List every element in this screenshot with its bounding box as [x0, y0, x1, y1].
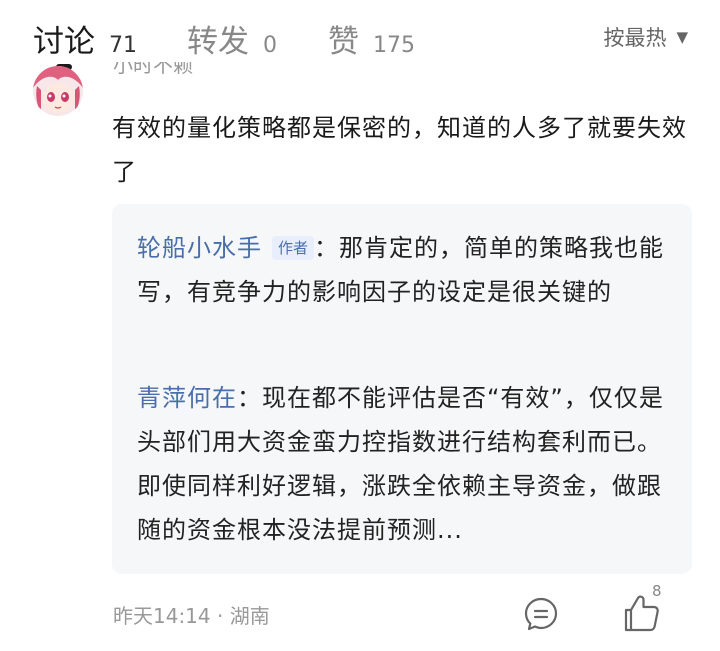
comment-username[interactable]: 小时不赖 [113, 62, 193, 80]
like-count: 8 [652, 582, 662, 600]
tab-discussion-label: 讨论 [33, 24, 95, 60]
comment-tabs: 讨论 71 转发 0 赞 175 按最热 ▼ [0, 0, 720, 80]
reply-item[interactable]: 轮船小水手 作者 ：那肯定的，简单的策略我也能写，有竞争力的影响因子的设定是很关键的 [137, 226, 677, 314]
author-badge: 作者 [272, 236, 315, 260]
comment-time-location: 昨天14:14 · 湖南 [113, 604, 270, 628]
reply-thread[interactable]: 轮船小水手 作者 ：那肯定的，简单的策略我也能写，有竞争力的影响因子的设定是很关键的… [112, 204, 692, 574]
tab-repost[interactable]: 转发 0 [187, 16, 277, 61]
sort-label: 按最热 [603, 26, 667, 50]
tab-discussion-count: 71 [109, 33, 137, 58]
reply-author[interactable]: 轮船小水手 [137, 234, 262, 262]
tab-repost-count: 0 [263, 33, 277, 58]
caret-down-icon: ▼ [676, 28, 688, 46]
tab-discussion[interactable]: 讨论 71 [33, 16, 137, 61]
avatar[interactable] [33, 66, 83, 116]
reply-button[interactable] [523, 596, 559, 636]
sort-dropdown[interactable]: 按最热 ▼ [603, 22, 688, 52]
comment-body: 有效的量化策略都是保密的，知道的人多了就要失效了 [112, 114, 687, 186]
tab-likes-count: 175 [373, 33, 415, 58]
comment-bubble-icon [524, 597, 558, 631]
tab-repost-label: 转发 [187, 24, 249, 60]
reply-item[interactable]: 青萍何在：现在都不能评估是否“有效”，仅仅是头部们用大资金蛮力控指数进行结构套利… [137, 376, 677, 552]
tab-likes-label: 赞 [328, 24, 359, 60]
comment-username-text: 小时不赖 [113, 62, 193, 77]
reply-author[interactable]: 青萍何在 [137, 384, 237, 412]
tab-likes[interactable]: 赞 175 [328, 16, 415, 61]
